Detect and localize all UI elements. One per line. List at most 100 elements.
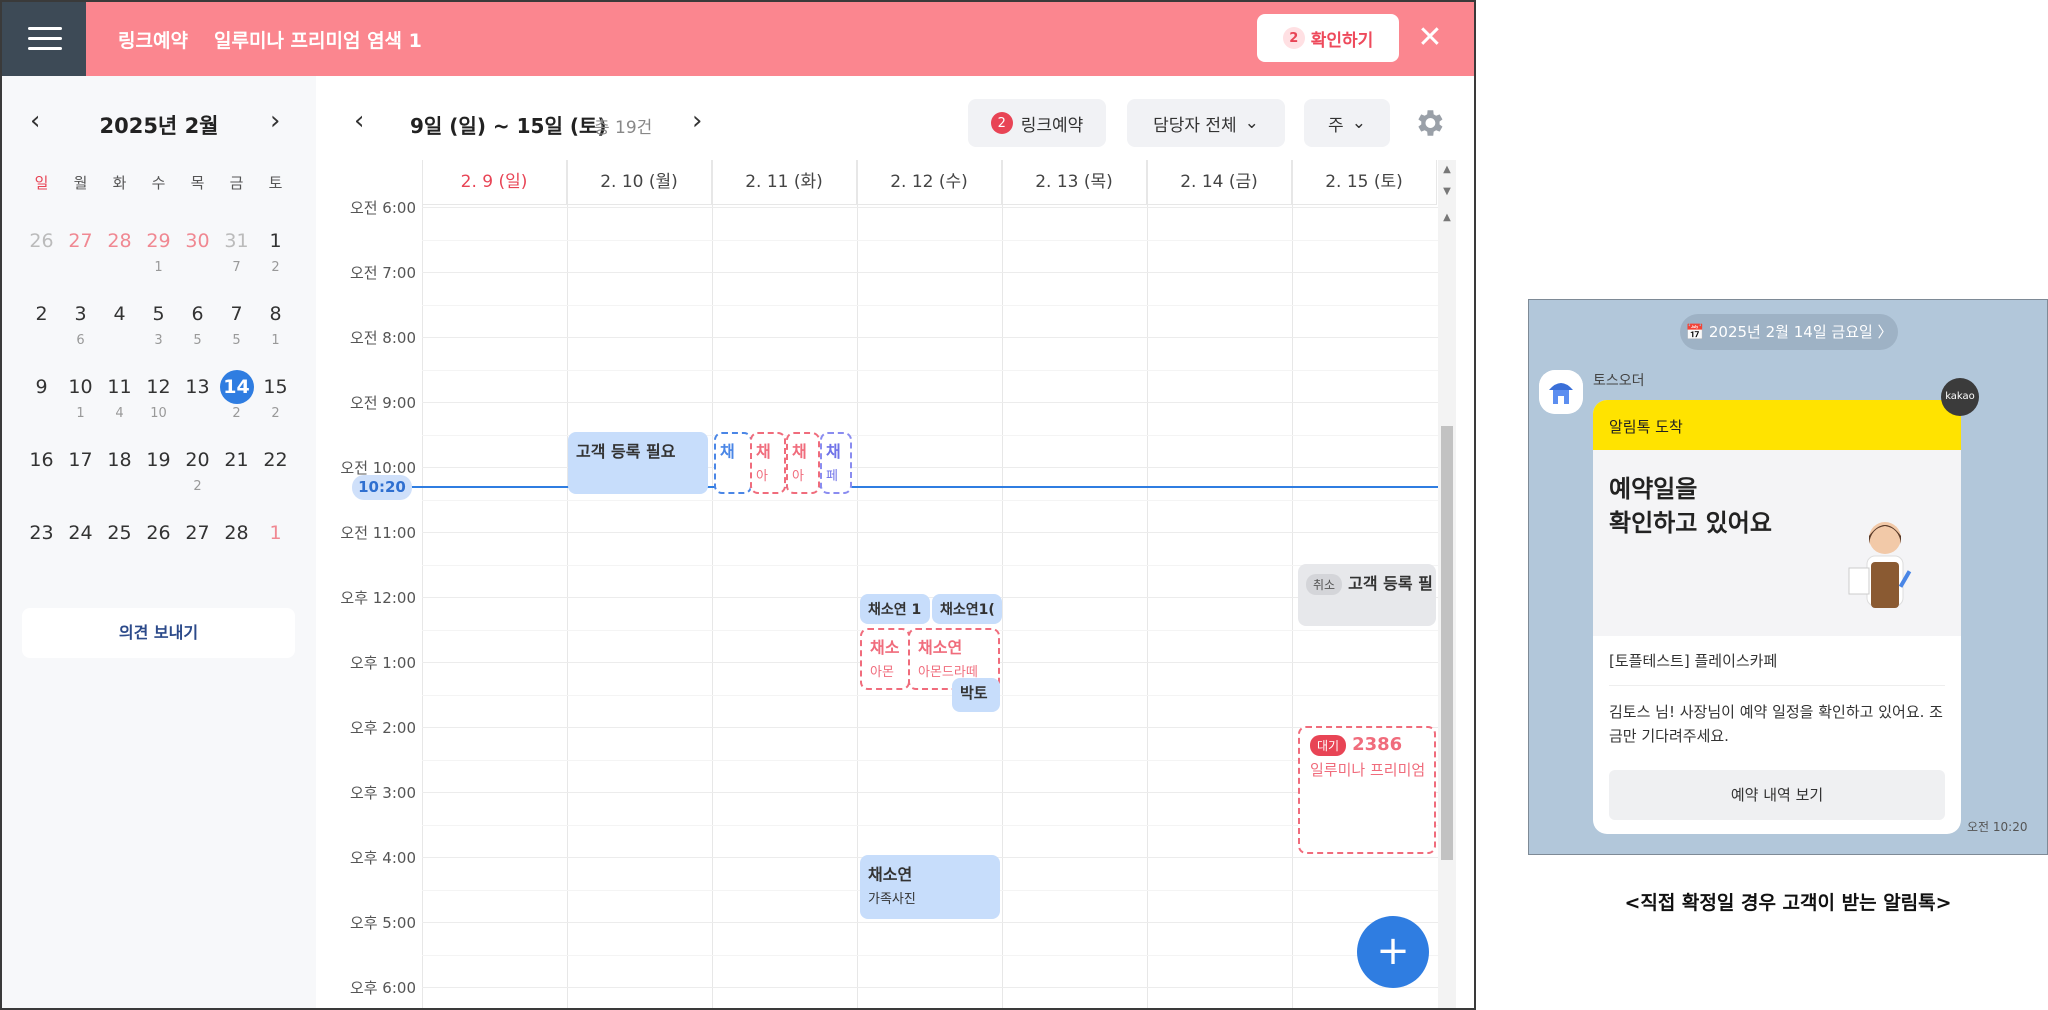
mini-calendar-day[interactable]: 15 2: [256, 370, 295, 443]
event-wednesday-c[interactable]: 채소 아몬: [860, 628, 910, 690]
mini-calendar-day[interactable]: 12: [256, 224, 295, 297]
mini-calendar-day[interactable]: 26: [22, 224, 61, 297]
link-reservation-button[interactable]: 2 링크예약: [968, 99, 1106, 147]
day-column-header[interactable]: 2. 10 (월): [567, 160, 712, 205]
mini-calendar-day[interactable]: 18: [100, 443, 139, 516]
time-label: 오후 5:00: [349, 914, 416, 932]
event-title: 고객 등록 필: [1348, 574, 1433, 593]
event-subtitle: 아몬: [870, 665, 894, 680]
scroll-up-arrow[interactable]: ▲: [1438, 212, 1456, 223]
event-wednesday-f[interactable]: 채소연 가족사진: [860, 855, 1000, 919]
mini-calendar-day[interactable]: 13: [178, 370, 217, 443]
day-column-header[interactable]: 2. 14 (금): [1147, 160, 1292, 205]
mini-calendar-day[interactable]: 29 1: [139, 224, 178, 297]
gear-icon[interactable]: [1412, 106, 1446, 140]
grid-row-line: [422, 369, 1438, 371]
mini-calendar-day[interactable]: 2: [22, 297, 61, 370]
mini-calendar-day[interactable]: 75: [217, 297, 256, 370]
scroll-up-arrow[interactable]: ▲: [1438, 164, 1456, 175]
mini-calendar-day[interactable]: 4: [100, 297, 139, 370]
day-column-header[interactable]: 2. 11 (화): [712, 160, 857, 205]
mini-calendar-day[interactable]: 27: [61, 224, 100, 297]
event-saturday-cancelled[interactable]: 취소 고객 등록 필: [1298, 564, 1436, 626]
mini-calendar-day[interactable]: 11 4: [100, 370, 139, 443]
staff-filter-label: 담당자 전체: [1153, 115, 1237, 136]
day-number: 18: [107, 449, 132, 471]
grid-row-line: [422, 272, 1438, 273]
scroll-down-arrow[interactable]: ▼: [1438, 186, 1456, 197]
mini-calendar-day[interactable]: 12 10: [139, 370, 178, 443]
weekday-label: 일: [34, 174, 49, 192]
mini-calendar-day[interactable]: 31 7: [217, 224, 256, 297]
mini-calendar-day[interactable]: 81: [256, 297, 295, 370]
mini-calendar-day[interactable]: 22: [256, 443, 295, 516]
mini-calendar-day[interactable]: 53: [139, 297, 178, 370]
mini-calendar-day[interactable]: 30: [178, 224, 217, 297]
time-label: 오후 3:00: [349, 784, 416, 802]
mini-calendar-day[interactable]: 19: [139, 443, 178, 516]
menu-button[interactable]: [2, 2, 86, 76]
total-count: 총 19건: [594, 118, 653, 138]
event-title: 박토: [960, 684, 988, 702]
close-icon[interactable]: ✕: [1412, 20, 1448, 56]
mini-calendar-day[interactable]: 27: [178, 516, 217, 589]
mini-calendar-day[interactable]: 28: [217, 516, 256, 589]
sender-name: 토스오더: [1593, 373, 1645, 389]
mini-calendar-day[interactable]: 28: [100, 224, 139, 297]
add-reservation-button[interactable]: +: [1357, 916, 1429, 988]
time-label: 오후 6:00: [349, 979, 416, 997]
day-column-header[interactable]: 2. 12 (수): [857, 160, 1002, 205]
mini-calendar-day[interactable]: 20 2: [178, 443, 217, 516]
day-column-header[interactable]: 2. 9 (일): [422, 160, 567, 205]
chat-date-chip[interactable]: 📅 2025년 2월 14일 금요일 〉: [1680, 314, 1898, 350]
day-booking-count: 1: [271, 333, 280, 348]
mini-calendar-day[interactable]: 21: [217, 443, 256, 516]
view-reservation-button[interactable]: 예약 내역 보기: [1609, 770, 1945, 820]
day-booking-count: 6: [76, 333, 85, 348]
feedback-button[interactable]: 의견 보내기: [22, 608, 295, 658]
event-saturday-waiting[interactable]: 대기 2386 일루미나 프리미엄: [1298, 726, 1436, 854]
grid-scrollbar[interactable]: ▲ ▼ ▲: [1438, 160, 1456, 1008]
event-tuesday-1[interactable]: 채: [714, 432, 752, 494]
day-column-header[interactable]: 2. 13 (목): [1002, 160, 1147, 205]
weekday-label: 화: [112, 174, 127, 192]
mini-calendar-day[interactable]: 17: [61, 443, 100, 516]
event-tuesday-4[interactable]: 채 페: [820, 432, 852, 494]
mini-next-month-button[interactable]: ›: [270, 106, 280, 136]
day-number: 1: [269, 230, 282, 252]
waiting-badge: 대기: [1310, 735, 1347, 756]
event-tuesday-2[interactable]: 채 아: [750, 432, 786, 494]
mini-calendar-day[interactable]: 16: [22, 443, 61, 516]
scroll-thumb[interactable]: [1441, 426, 1453, 860]
mini-calendar-day[interactable]: 14 2: [217, 370, 256, 443]
event-wednesday-b[interactable]: 채소연1(: [932, 594, 1002, 624]
event-title: 채: [792, 442, 807, 461]
event-wednesday-e[interactable]: 박토: [952, 678, 1000, 712]
view-mode-dropdown[interactable]: 주 ⌄: [1304, 99, 1390, 147]
mini-calendar-day[interactable]: 1: [256, 516, 295, 589]
time-label: 오전 11:00: [340, 524, 416, 542]
staff-filter-dropdown[interactable]: 담당자 전체 ⌄: [1127, 99, 1285, 147]
mini-calendar-day[interactable]: 25: [100, 516, 139, 589]
day-column-header[interactable]: 2. 15 (토): [1292, 160, 1437, 205]
event-tuesday-3[interactable]: 채 아: [786, 432, 820, 494]
mini-calendar-day[interactable]: 9: [22, 370, 61, 443]
mini-calendar-day[interactable]: 10 1: [61, 370, 100, 443]
mini-calendar-day[interactable]: 26: [139, 516, 178, 589]
day-number: 30: [185, 230, 210, 252]
barista-illustration: [1848, 522, 1912, 608]
prev-week-button[interactable]: ‹: [354, 106, 364, 136]
alimtalk-hero: 예약일을 확인하고 있어요: [1593, 450, 1961, 636]
mini-calendar-day[interactable]: 23: [22, 516, 61, 589]
grid-row-line: [422, 207, 1438, 208]
event-monday-customer[interactable]: 고객 등록 필요: [568, 432, 708, 494]
confirm-button[interactable]: 2 확인하기: [1257, 14, 1399, 62]
weekday-label: 목: [190, 174, 205, 192]
next-week-button[interactable]: ›: [692, 106, 702, 136]
alimtalk-body: [토플테스트] 플레이스카페 김토스 님! 사장님이 예약 일정을 확인하고 있…: [1593, 636, 1961, 762]
event-wednesday-a[interactable]: 채소연 1: [860, 594, 930, 624]
mini-calendar-day[interactable]: 36: [61, 297, 100, 370]
grid-row-line: [422, 239, 1438, 241]
mini-calendar-day[interactable]: 24: [61, 516, 100, 589]
mini-calendar-day[interactable]: 65: [178, 297, 217, 370]
